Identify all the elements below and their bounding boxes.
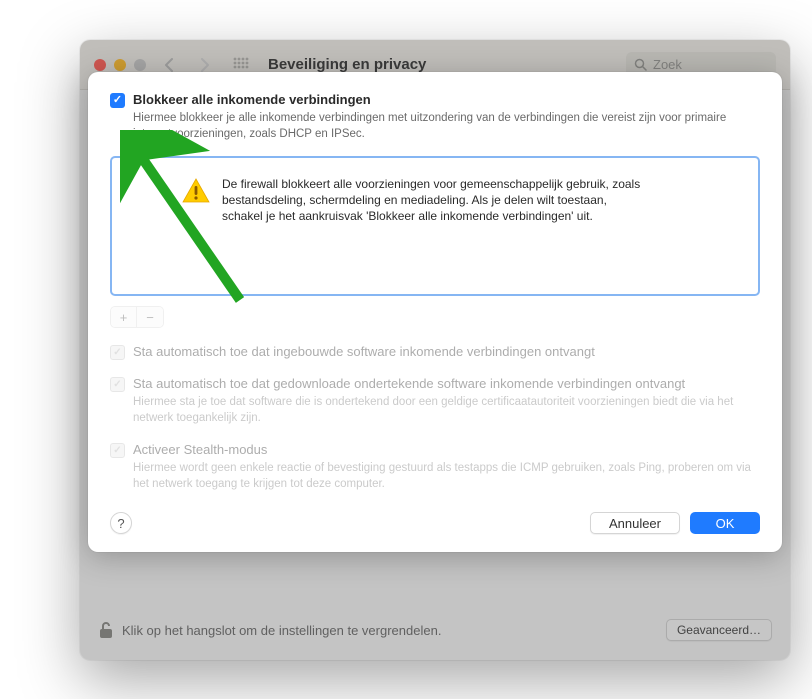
add-remove-segmented: + −: [110, 306, 164, 328]
builtin-software-label: Sta automatisch toe dat ingebouwde softw…: [133, 344, 595, 359]
block-all-label: Blokkeer alle inkomende verbindingen: [133, 92, 371, 107]
firewall-info-box: De firewall blokkeert alle voorzieningen…: [110, 156, 760, 296]
signed-software-description: Hiermee sta je toe dat software die is o…: [133, 395, 760, 426]
remove-button: −: [137, 307, 163, 327]
firewall-options-sheet: Blokkeer alle inkomende verbindingen Hie…: [88, 72, 782, 552]
ok-button[interactable]: OK: [690, 512, 760, 534]
builtin-software-checkbox: [110, 345, 125, 360]
signed-software-checkbox: [110, 377, 125, 392]
signed-software-label: Sta automatisch toe dat gedownloade onde…: [133, 376, 685, 391]
firewall-info-text: De firewall blokkeert alle voorzieningen…: [222, 176, 642, 225]
stealth-mode-description: Hiermee wordt geen enkele reactie of bev…: [133, 461, 760, 492]
add-button: +: [111, 307, 137, 327]
help-button[interactable]: ?: [110, 512, 132, 534]
stealth-mode-label: Activeer Stealth-modus: [133, 442, 267, 457]
block-all-description: Hiermee blokkeer je alle inkomende verbi…: [133, 111, 760, 142]
block-all-checkbox[interactable]: [110, 93, 125, 108]
warning-icon: [182, 178, 210, 204]
cancel-button[interactable]: Annuleer: [590, 512, 680, 534]
stealth-mode-checkbox: [110, 443, 125, 458]
